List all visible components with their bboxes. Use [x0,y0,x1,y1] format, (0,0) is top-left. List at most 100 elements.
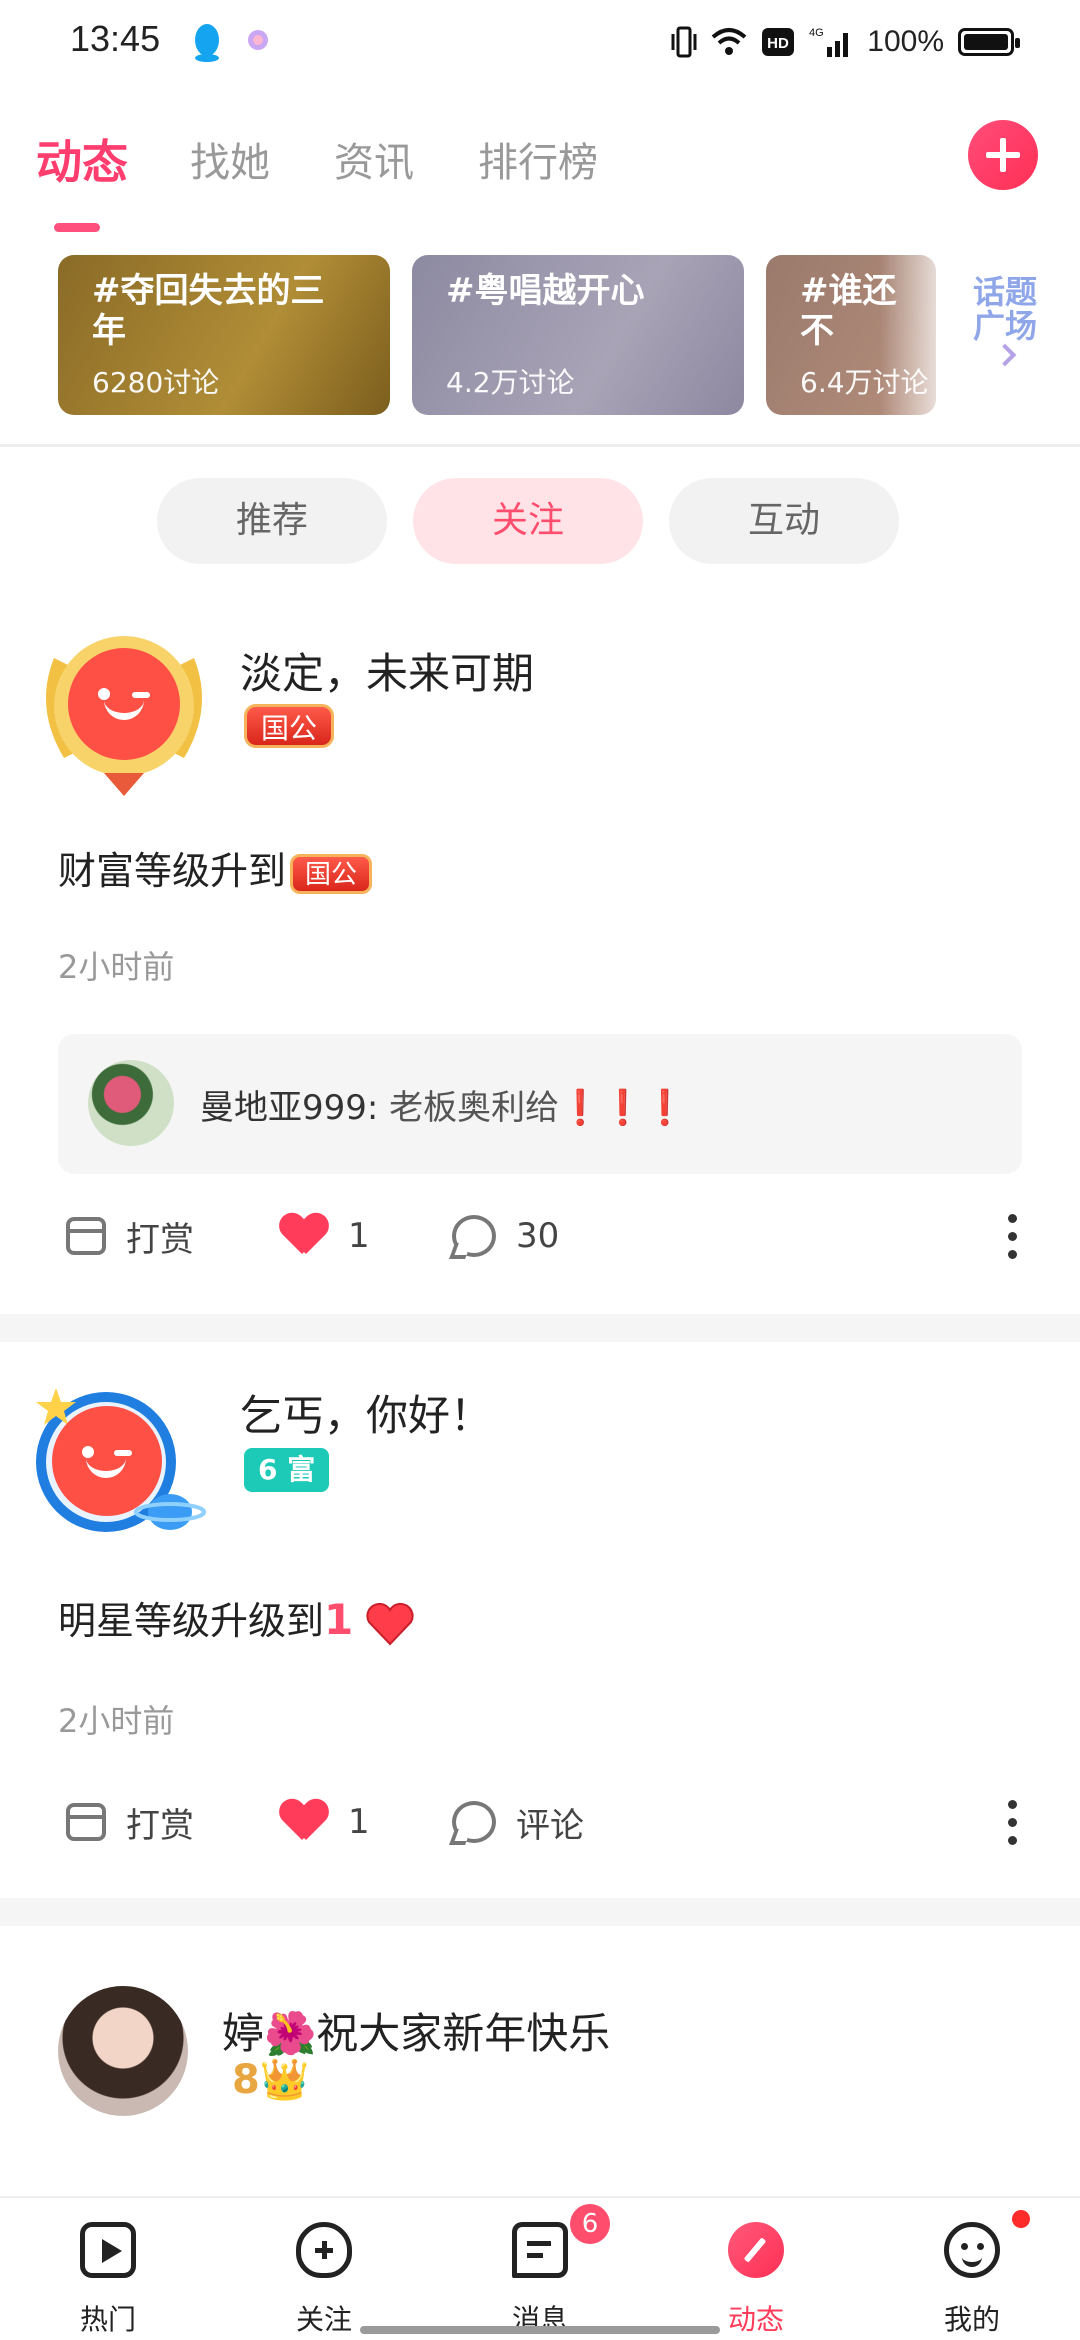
pencil-icon [728,2222,784,2278]
avatar-face [68,648,180,760]
reward-label: 打赏 [126,1219,194,1260]
avatar-face [52,1406,162,1516]
nav-me[interactable]: 我的 [864,2198,1080,2340]
comment-button[interactable]: 评论 [452,1792,584,1852]
comment-label: 评论 [516,1805,584,1846]
like-button[interactable]: 1 [280,1206,370,1266]
username[interactable]: 乞丐，你好！ [240,1382,492,1443]
comment-author: 曼地亚999 [200,1088,367,1128]
status-right: HD 4G 100% [671,20,1020,64]
topic-title: #粤唱越开心 [446,271,645,311]
svg-text:HD: HD [767,35,789,52]
level-badge: 8👑 [232,2057,310,2103]
tab-dongtai[interactable]: 动态 [36,126,128,232]
like-button[interactable]: 1 [280,1792,370,1852]
avatar[interactable] [24,628,224,798]
comment-message: 老板奥利给 [389,1088,560,1128]
post-actions: 打赏 1 评论 [58,1792,1022,1852]
carousel-fade [880,250,960,420]
avatar[interactable] [58,1986,188,2116]
status-time: 13:45 [70,18,161,59]
topic-card[interactable]: #粤唱越开心 4.2万讨论 [412,255,744,415]
top-tab-bar: 动态 找她 资讯 排行榜 [0,112,1080,232]
nav-follow[interactable]: 关注 [216,2198,432,2340]
tab-zixun[interactable]: 资讯 [334,130,414,188]
commenter-avatar[interactable] [88,1060,174,1146]
smile-icon [944,2222,1000,2278]
post-time: 2小时前 [58,1702,175,1740]
status-bar: 13:45 HD 4G 100% [0,0,1080,84]
post-content: 明星等级升级到1 [58,1590,415,1646]
red-heart-icon [366,1602,414,1645]
filter-interaction[interactable]: 互动 [669,478,899,564]
reward-button[interactable]: 打赏 [66,1792,194,1852]
filter-following[interactable]: 关注 [413,478,643,564]
post-time: 2小时前 [58,948,175,986]
nav-label: 热门 [79,2303,136,2336]
active-tab-indicator [54,223,100,232]
avatar[interactable] [30,1382,210,1552]
like-count: 1 [348,1216,370,1256]
post-text: 财富等级升到 [58,849,287,893]
battery-icon [958,28,1020,56]
nav-messages[interactable]: 6 消息 [432,2198,648,2340]
filter-recommend[interactable]: 推荐 [157,478,387,564]
heart-icon [280,1214,328,1258]
post-content: 财富等级升到 国公 [58,840,373,895]
chevron-right-icon [993,343,1017,367]
svg-text:4G: 4G [809,27,824,39]
play-icon [80,2222,136,2278]
app-icon [248,30,268,50]
post-text: 明星等级升级到 [58,1599,325,1643]
reward-label: 打赏 [126,1805,194,1846]
wifi-icon [711,28,747,55]
topic-title: #夺回失去的三年 [92,271,325,351]
divider [0,444,1080,447]
username[interactable]: 婷🌺祝大家新年快乐 [222,2000,610,2061]
hd-icon: HD [762,28,795,56]
bottom-nav: 热门 关注 6 消息 动态 我的 [0,2196,1080,2340]
qq-icon [195,24,219,62]
post-separator [0,1898,1080,1926]
post-separator [0,1314,1080,1342]
topic-count: 6280讨论 [92,366,220,399]
rank-badge: 国公 [244,704,335,748]
reward-button[interactable]: 打赏 [66,1206,194,1266]
heart-icon [280,1800,328,1844]
comment-icon [452,1215,496,1257]
gift-icon [66,1217,106,1255]
notification-dot [1012,2210,1030,2228]
tab-label: 动态 [36,135,128,189]
nav-label: 我的 [943,2303,1000,2336]
comment-preview[interactable]: 曼地亚999: 老板奥利给❗❗❗ [58,1034,1022,1174]
topic-square-label: 话题广场 [972,273,1037,345]
home-indicator[interactable] [360,2326,720,2334]
tab-paihangbang[interactable]: 排行榜 [478,130,598,188]
comment-count: 30 [516,1216,560,1256]
topic-count: 4.2万讨论 [446,366,575,399]
level-badge: 6 富 [244,1448,330,1492]
star-level: 1 [324,1595,354,1644]
battery-percent: 100% [867,25,944,58]
gift-icon [66,1803,106,1841]
topic-square-button[interactable]: 话题广场 [960,273,1050,367]
comment-text: 曼地亚999: 老板奥利给❗❗❗ [200,1088,687,1128]
comment-button[interactable]: 30 [452,1206,559,1266]
post-actions: 打赏 1 30 [58,1206,1022,1266]
signal-icon: 4G [809,27,849,57]
nav-hot[interactable]: 热门 [0,2198,216,2340]
nav-dongtai[interactable]: 动态 [648,2198,864,2340]
unread-badge: 6 [570,2204,610,2244]
more-options-icon[interactable] [1002,1206,1022,1266]
comment-icon [452,1801,496,1843]
username[interactable]: 淡定，未来可期 [240,640,534,701]
comment-emoji: ❗❗❗ [559,1088,687,1128]
tab-zhaota[interactable]: 找她 [190,130,270,188]
add-post-button[interactable] [968,120,1038,190]
topic-card[interactable]: #夺回失去的三年 6280讨论 [58,255,390,415]
more-options-icon[interactable] [1002,1792,1022,1852]
feed-filter-tabs: 推荐 关注 互动 [0,478,1080,564]
heart-plus-icon [296,2222,352,2278]
message-icon [512,2222,568,2278]
like-count: 1 [348,1802,370,1842]
